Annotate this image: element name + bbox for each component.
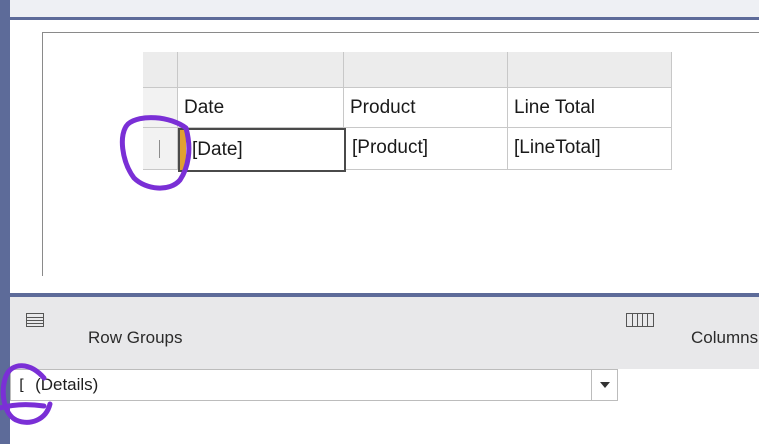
chevron-down-icon <box>600 382 610 388</box>
grouping-pane: Row Groups Columns [ (Details) <box>10 297 759 444</box>
header-cell-line-total[interactable]: Line Total <box>508 88 672 128</box>
row-group-details[interactable]: [ (Details) <box>10 369 618 401</box>
header-cell-date[interactable]: Date <box>178 88 344 128</box>
column-handle-date[interactable] <box>178 52 344 88</box>
row-group-details-label: (Details) <box>35 375 99 394</box>
detail-cell-product[interactable]: [Product] <box>346 128 508 170</box>
details-group-indicator <box>159 140 160 158</box>
group-bracket-icon: [ <box>17 376 36 394</box>
column-groups-icon <box>626 313 654 327</box>
detail-cell-line-total[interactable]: [LineTotal] <box>508 128 672 170</box>
column-groups-label: Columns <box>691 328 759 347</box>
header-cell-product[interactable]: Product <box>344 88 508 128</box>
detail-cell-date-text: [Date] <box>192 139 243 160</box>
column-handle-line-total[interactable] <box>508 52 672 88</box>
tablix-corner-handle[interactable] <box>143 52 178 88</box>
row-group-dropdown-button[interactable] <box>591 370 617 400</box>
row-handle-details[interactable] <box>143 128 178 170</box>
row-handle-header[interactable] <box>143 88 178 128</box>
detail-cell-date[interactable]: [Date] <box>178 128 346 172</box>
window-left-border <box>0 0 10 444</box>
column-handle-product[interactable] <box>344 52 508 88</box>
group-marker <box>180 130 186 170</box>
row-groups-list[interactable] <box>10 401 618 444</box>
row-groups-label: Row Groups <box>88 328 183 347</box>
row-groups-icon <box>26 313 44 327</box>
column-groups-list[interactable] <box>618 369 759 444</box>
top-toolbar-strip <box>10 0 759 20</box>
